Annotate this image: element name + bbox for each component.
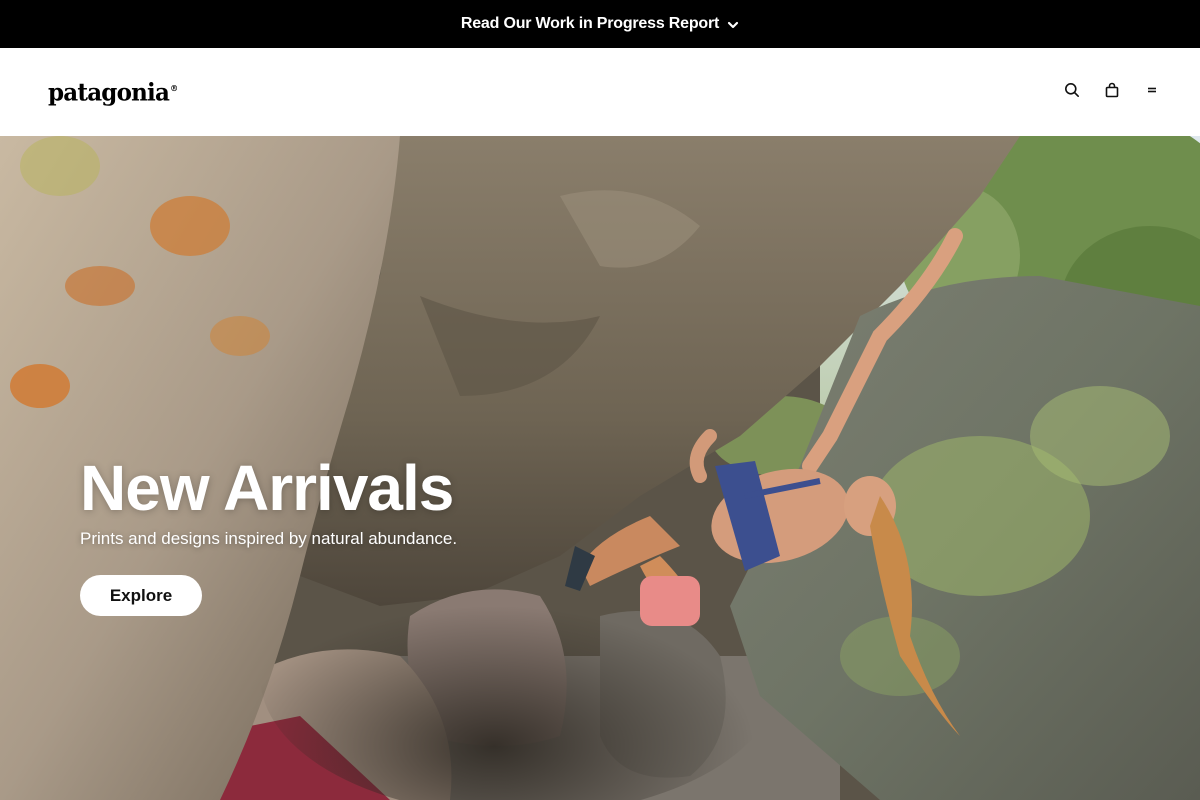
search-button[interactable] (1064, 82, 1080, 103)
menu-icon (1144, 82, 1160, 103)
shopping-bag-icon (1104, 82, 1120, 103)
header-actions (1064, 82, 1160, 103)
hero-title: New Arrivals (80, 452, 454, 524)
site-header: patagonia® (0, 48, 1200, 136)
hero-content: New Arrivals Prints and designs inspired… (80, 452, 457, 616)
logo-wordmark: patagonia (48, 77, 170, 107)
chevron-down-icon (727, 18, 739, 30)
search-icon (1064, 82, 1080, 103)
explore-button[interactable]: Explore (80, 575, 202, 616)
hero-subtitle: Prints and designs inspired by natural a… (80, 529, 458, 548)
cart-button[interactable] (1104, 82, 1120, 103)
hero-section: New Arrivals Prints and designs inspired… (0, 136, 1200, 800)
explore-button-label: Explore (109, 585, 173, 605)
promo-banner[interactable]: Read Our Work in Progress Report (0, 0, 1200, 48)
menu-button[interactable] (1144, 84, 1160, 100)
patagonia-logo[interactable]: patagonia® (48, 77, 178, 107)
trademark-mark: ® (170, 82, 178, 93)
promo-text: Read Our Work in Progress Report (460, 15, 720, 32)
